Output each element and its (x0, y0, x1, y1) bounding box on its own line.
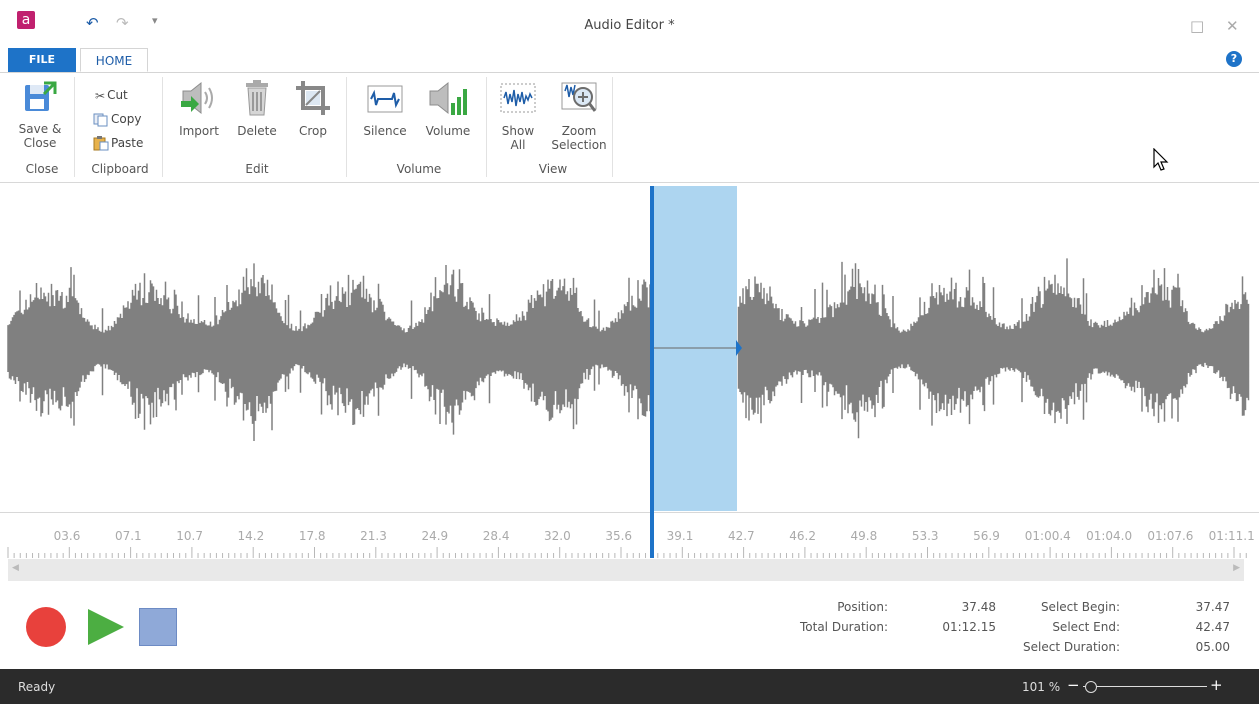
position-value: 37.48 (961, 600, 996, 614)
total-duration-label: Total Duration: (799, 620, 888, 634)
show-all-button[interactable]: Show All (496, 79, 540, 152)
volume-button[interactable]: Volume (422, 79, 474, 138)
zoom-slider-thumb[interactable] (1085, 681, 1097, 693)
scroll-left-icon[interactable]: ◀ (12, 563, 19, 573)
total-duration-value: 01:12.15 (942, 620, 996, 634)
volume-icon (429, 81, 467, 115)
tab-home[interactable]: HOME (80, 48, 148, 72)
ribbon-tabs: FILE HOME ? (0, 46, 1259, 73)
status-bar: Ready 101 % − + (0, 669, 1259, 704)
group-divider (74, 77, 75, 177)
silence-button[interactable]: Silence (360, 79, 410, 138)
zoom-selection-button[interactable]: Zoom Selection (548, 79, 610, 152)
cut-button[interactable]: ✂ Cut (95, 85, 128, 105)
zoom-selection-label-2: Selection (551, 138, 607, 152)
waveform[interactable] (0, 185, 1259, 511)
zoom-level: 101 % (1022, 680, 1061, 694)
save-close-button[interactable]: Save & Close (14, 79, 66, 150)
group-label-volume: Volume (396, 162, 442, 176)
group-label-close: Close (25, 162, 59, 176)
crop-icon (296, 81, 330, 115)
cut-label: Cut (107, 88, 128, 102)
show-all-icon (500, 83, 536, 113)
save-close-label-2: Close (23, 136, 57, 150)
group-divider (162, 77, 163, 177)
group-divider (346, 77, 347, 177)
delete-label: Delete (237, 124, 277, 138)
ribbon: Save & Close Close ✂ Cut Copy Paste Clipb… (0, 73, 1259, 183)
group-divider (486, 77, 487, 177)
show-all-label-2: All (510, 138, 526, 152)
group-divider (612, 77, 613, 177)
select-begin-value: 37.47 (1195, 600, 1230, 614)
zoom-selection-label-1: Zoom (561, 124, 597, 138)
status-text: Ready (18, 680, 56, 694)
paste-button[interactable]: Paste (93, 133, 143, 153)
crop-label: Crop (298, 124, 327, 138)
play-button[interactable] (86, 607, 126, 647)
select-end-value: 42.47 (1195, 620, 1230, 634)
copy-button[interactable]: Copy (93, 109, 141, 129)
delete-button[interactable]: Delete (234, 79, 280, 138)
crop-button[interactable]: Crop (292, 79, 334, 138)
silence-icon (367, 85, 403, 113)
paste-label: Paste (111, 136, 144, 150)
select-end-label: Select End: (1052, 620, 1120, 634)
zoom-slider-track[interactable] (1083, 686, 1207, 687)
zoom-in-icon[interactable]: + (1210, 676, 1223, 694)
silence-label: Silence (363, 124, 407, 138)
tab-file[interactable]: FILE (8, 48, 76, 72)
playhead-cursor[interactable] (650, 186, 654, 558)
maximize-icon[interactable]: □ (1190, 17, 1204, 35)
zoom-selection-icon (561, 82, 597, 112)
transport-controls: Position: 37.48 Total Duration: 01:12.15… (0, 584, 1259, 668)
horizontal-scrollbar[interactable]: ◀ ▶ (8, 559, 1244, 581)
select-duration-label: Select Duration: (1023, 640, 1120, 654)
select-duration-value: 05.00 (1195, 640, 1230, 654)
close-icon[interactable]: ✕ (1226, 17, 1239, 35)
scissors-icon: ✂ (95, 88, 106, 103)
save-close-icon (25, 81, 57, 111)
import-label: Import (179, 124, 219, 138)
help-icon[interactable]: ? (1226, 51, 1242, 67)
copy-icon (93, 113, 108, 126)
copy-label: Copy (111, 112, 142, 126)
record-button[interactable] (26, 607, 66, 647)
save-close-label-1: Save & (18, 122, 62, 136)
zoom-out-icon[interactable]: − (1067, 676, 1080, 694)
ruler-ticks (7, 547, 1247, 558)
paste-icon (93, 136, 109, 151)
trash-icon (246, 80, 268, 116)
waveform-area[interactable] (0, 185, 1259, 511)
group-label-view: View (538, 162, 568, 176)
timeline-ruler[interactable]: 03.6 07.1 10.7 14.2 17.8 21.3 24.9 28.4 32.0 35.6… (0, 512, 1259, 559)
scroll-right-icon[interactable]: ▶ (1233, 563, 1240, 573)
window-title: Audio Editor * (584, 18, 675, 33)
stop-button[interactable] (139, 608, 177, 646)
select-begin-label: Select Begin: (1040, 600, 1120, 614)
import-icon (181, 81, 213, 115)
show-all-label-1: Show (501, 124, 535, 138)
title-bar: a ↶ ↷ ▾ Audio Editor * □ ✕ (0, 0, 1259, 46)
volume-label: Volume (425, 124, 471, 138)
group-label-edit: Edit (245, 162, 269, 176)
group-label-clipboard: Clipboard (91, 162, 149, 176)
waveform-path (7, 258, 1250, 441)
mouse-pointer-icon (1153, 148, 1169, 171)
import-button[interactable]: Import (174, 79, 224, 138)
position-label: Position: (837, 600, 888, 614)
